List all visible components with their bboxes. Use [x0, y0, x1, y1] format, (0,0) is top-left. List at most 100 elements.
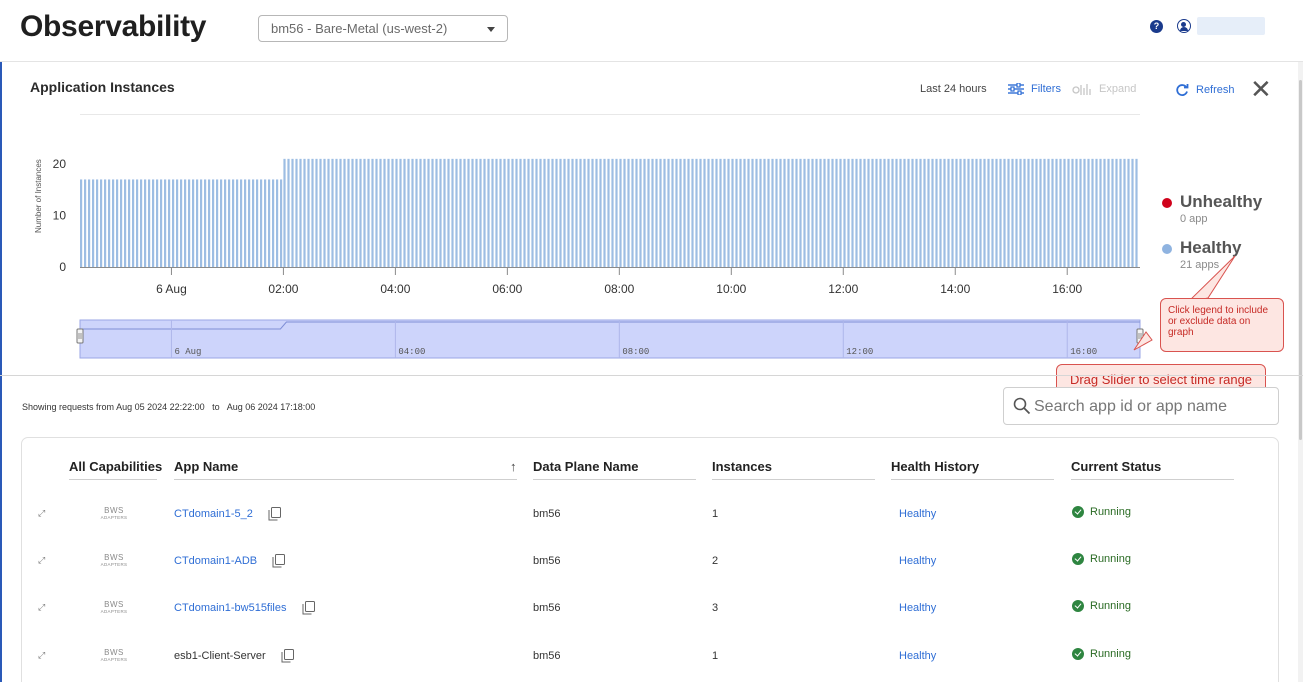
close-icon[interactable]: ✕: [1250, 76, 1272, 102]
healthy-bar: [280, 179, 283, 267]
filters-icon: [1008, 83, 1024, 96]
instances-chart[interactable]: Number of Instances 0 10 20 6 Aug 02:00 04:00 0…: [0, 110, 1150, 370]
healthy-bar: [915, 158, 918, 267]
environment-select-value: bm56 - Bare-Metal (us-west-2): [271, 21, 448, 36]
expand-row-icon[interactable]: ⤢: [38, 602, 45, 613]
healthy-bar: [711, 158, 714, 267]
healthy-bar: [1075, 158, 1078, 267]
health-history-link[interactable]: Healthy: [899, 508, 936, 520]
check-circle-icon: [1072, 600, 1084, 613]
user-icon[interactable]: [1177, 19, 1191, 33]
health-history-link[interactable]: Healthy: [899, 555, 936, 567]
healthy-bar: [771, 158, 774, 267]
healthy-bar: [1051, 158, 1054, 267]
healthy-bar: [355, 158, 358, 267]
search-input[interactable]: [1034, 396, 1274, 418]
healthy-bar: [1091, 158, 1094, 267]
healthy-bar: [144, 179, 147, 267]
healthy-bar: [100, 179, 103, 267]
healthy-bar: [132, 179, 135, 267]
healthy-bar: [927, 158, 930, 267]
healthy-bar: [272, 179, 275, 267]
healthy-bar: [327, 158, 330, 267]
healthy-bar: [447, 158, 450, 267]
healthy-bar: [92, 179, 95, 267]
refresh-button[interactable]: Refresh: [1175, 83, 1235, 97]
healthy-bar: [779, 158, 782, 267]
healthy-bar: [679, 158, 682, 267]
healthy-bar: [723, 158, 726, 267]
expand-button[interactable]: Expand: [1072, 83, 1136, 96]
healthy-bar: [547, 158, 550, 267]
healthy-bar: [84, 179, 87, 267]
healthy-bar: [739, 158, 742, 267]
healthy-bar: [863, 158, 866, 267]
healthy-bar: [991, 158, 994, 267]
healthy-bar: [1011, 158, 1014, 267]
healthy-bar: [683, 158, 686, 267]
sort-ascending-icon[interactable]: ↑: [510, 459, 517, 474]
column-header-app-name[interactable]: App Name: [174, 459, 238, 474]
healthy-bar: [635, 158, 638, 267]
healthy-bar: [819, 158, 822, 267]
bws-logo-line1: BWS: [104, 506, 124, 515]
healthy-bar: [244, 179, 247, 267]
healthy-bar: [983, 158, 986, 267]
top-header: Observability bm56 - Bare-Metal (us-west…: [0, 0, 1303, 62]
user-name-redacted[interactable]: [1197, 17, 1265, 35]
search-box[interactable]: [1003, 387, 1279, 425]
healthy-bar: [1023, 158, 1026, 267]
environment-select[interactable]: bm56 - Bare-Metal (us-west-2): [258, 15, 508, 42]
healthy-bar: [287, 158, 290, 267]
health-history-link[interactable]: Healthy: [899, 602, 936, 614]
page-title: Observability: [20, 10, 207, 43]
column-header-capabilities[interactable]: All Capabilities: [69, 459, 162, 474]
status-text: Running: [1090, 506, 1131, 518]
healthy-bar: [479, 158, 482, 267]
app-name-link[interactable]: CTdomain1-ADB: [174, 555, 257, 567]
healthy-bar: [763, 158, 766, 267]
healthy-bar: [1007, 158, 1010, 267]
app-name-link[interactable]: CTdomain1-5_2: [174, 508, 253, 520]
healthy-bar: [755, 158, 758, 267]
healthy-bar: [795, 158, 798, 267]
page-scrollbar-thumb[interactable]: [1299, 80, 1302, 440]
filters-button[interactable]: Filters: [1008, 83, 1061, 96]
data-plane-cell: bm56: [533, 650, 561, 662]
app-name-cell: CTdomain1-5_2: [174, 507, 281, 521]
instances-cell: 1: [712, 650, 719, 662]
health-history-link[interactable]: Healthy: [899, 650, 936, 662]
y-axis-label: Number of Instances: [34, 159, 43, 233]
healthy-bar: [303, 158, 306, 267]
expand-row-icon[interactable]: ⤢: [38, 508, 45, 519]
header-underline: [1071, 479, 1234, 480]
healthy-bar: [208, 179, 211, 267]
copy-icon[interactable]: [281, 649, 294, 663]
expand-row-icon[interactable]: ⤢: [38, 650, 45, 661]
healthy-bar: [943, 158, 946, 267]
healthy-bar: [172, 179, 175, 267]
copy-icon[interactable]: [302, 601, 315, 615]
current-status: Running: [1072, 600, 1131, 613]
healthy-bar: [995, 158, 998, 267]
healthy-bar: [971, 158, 974, 267]
copy-icon[interactable]: [272, 554, 286, 568]
copy-icon[interactable]: [268, 507, 281, 521]
chevron-down-icon: [487, 27, 495, 32]
help-icon[interactable]: ?: [1150, 20, 1163, 33]
healthy-bar: [184, 179, 187, 267]
column-header-health-history[interactable]: Health History: [891, 459, 979, 474]
healthy-bar: [1079, 158, 1082, 267]
column-header-instances[interactable]: Instances: [712, 459, 772, 474]
healthy-bar: [623, 158, 626, 267]
app-name-link[interactable]: CTdomain1-bw515files: [174, 602, 287, 614]
column-header-data-plane[interactable]: Data Plane Name: [533, 459, 639, 474]
healthy-bar: [967, 158, 970, 267]
column-header-current-status[interactable]: Current Status: [1071, 459, 1161, 474]
expand-row-icon[interactable]: ⤢: [38, 555, 45, 566]
healthy-bar: [403, 158, 406, 267]
healthy-bar: [483, 158, 486, 267]
healthy-bar: [1027, 158, 1030, 267]
status-text: Running: [1090, 600, 1131, 612]
time-range-label[interactable]: Last 24 hours: [920, 83, 987, 95]
